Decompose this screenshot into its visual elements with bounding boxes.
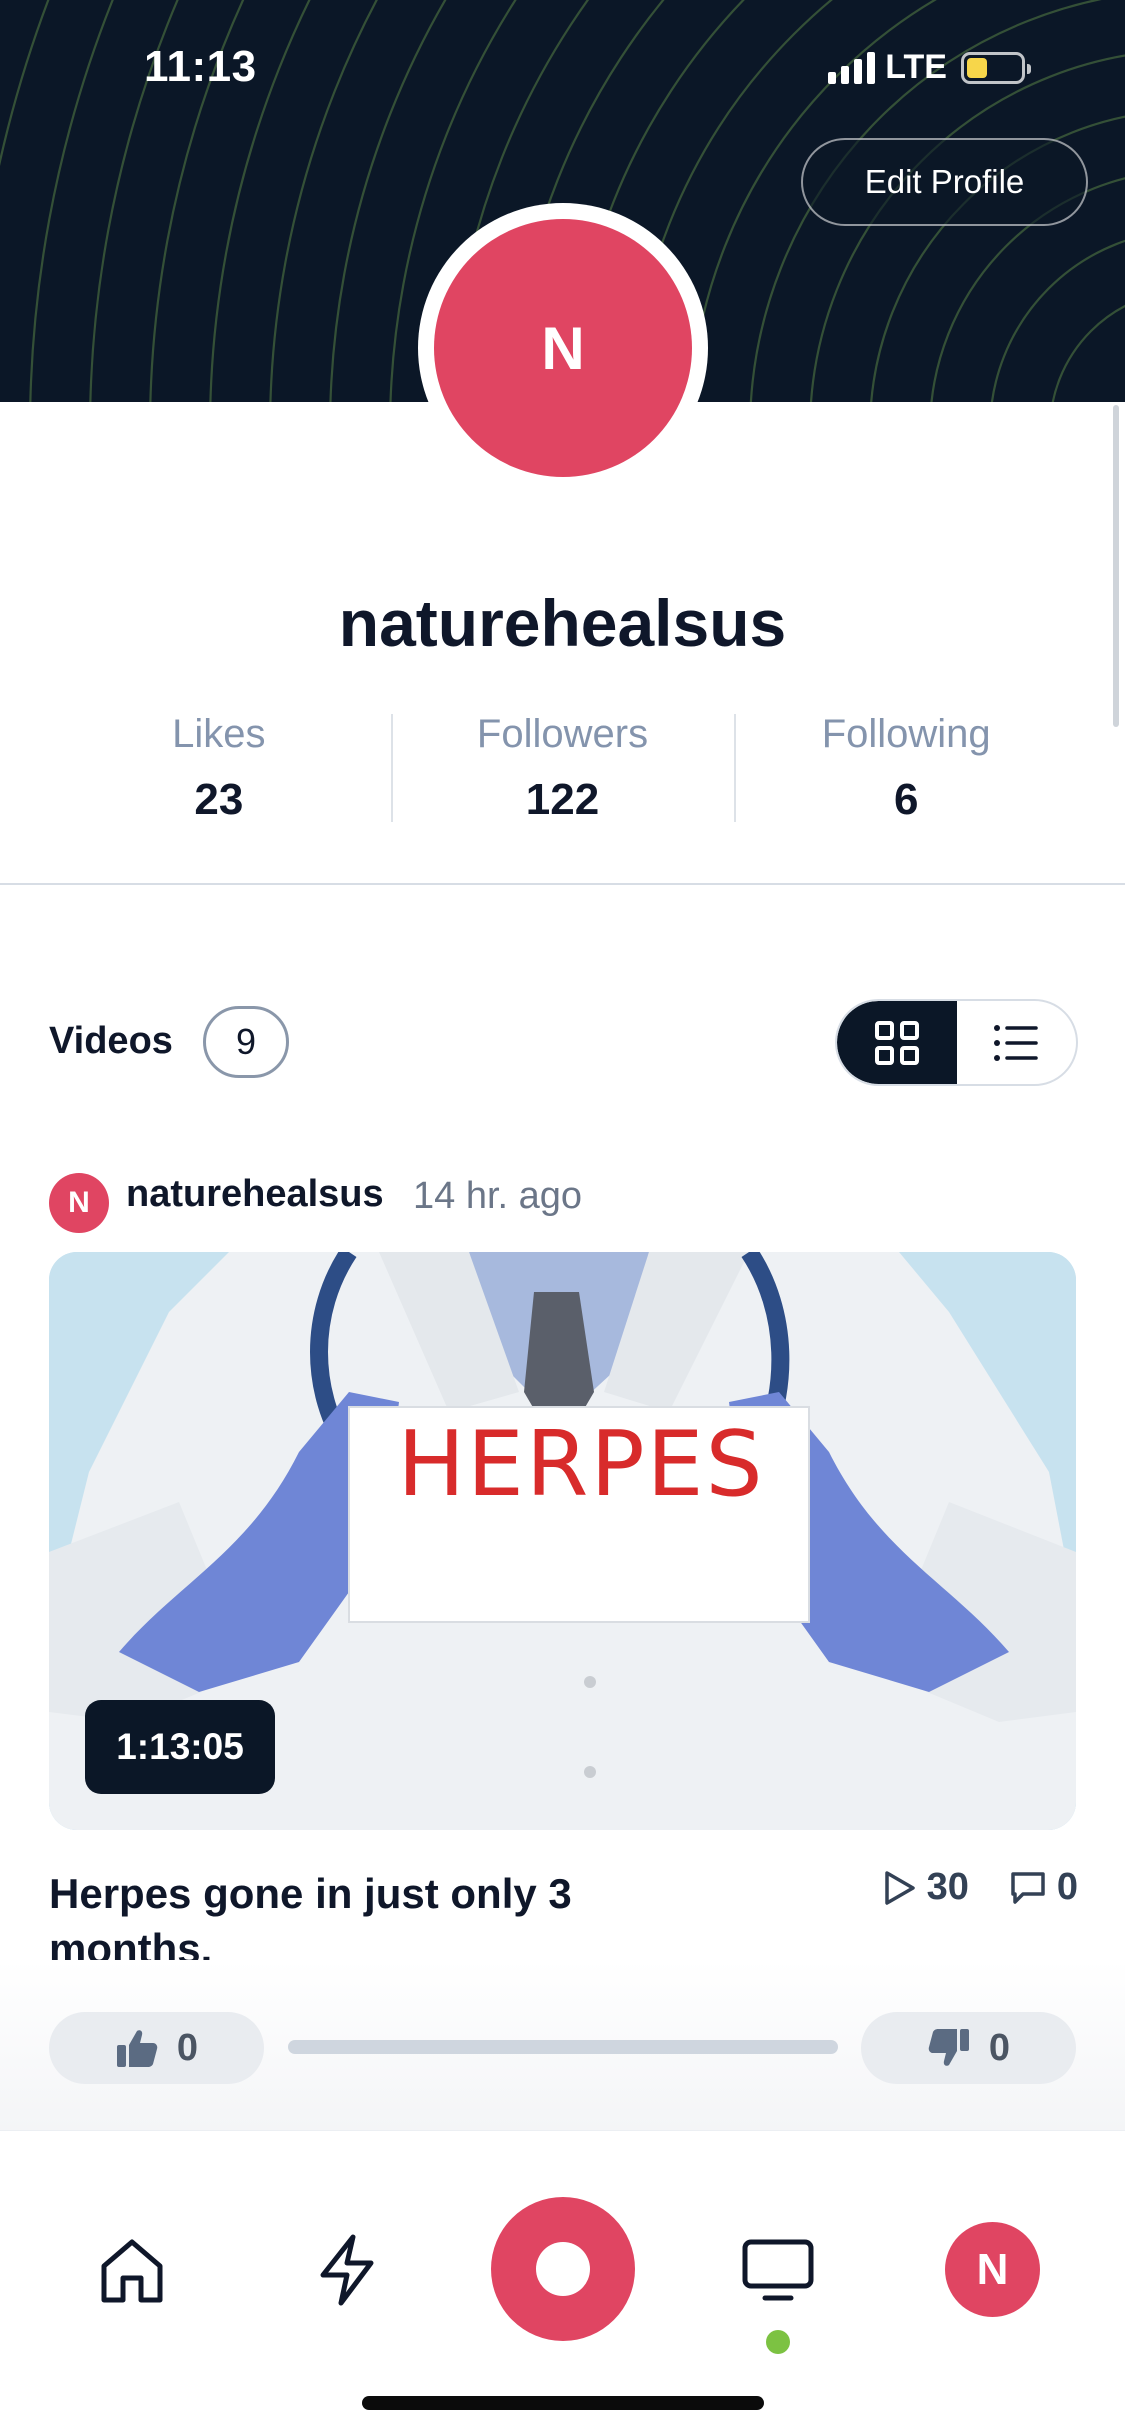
tv-icon [742, 2239, 814, 2301]
stat-followers[interactable]: Followers 122 [390, 712, 735, 824]
grid-icon [874, 1020, 919, 1065]
like-count: 0 [176, 2026, 199, 2069]
comments-value: 0 [1056, 1866, 1078, 1908]
comment-icon [1011, 1871, 1045, 1904]
edit-profile-button[interactable]: Edit Profile [801, 138, 1088, 226]
nav-home[interactable] [97, 2235, 167, 2307]
video-duration-badge: 1:13:05 [85, 1700, 275, 1794]
comments-count[interactable]: 0 [1009, 1866, 1078, 1909]
plays-count: 30 [883, 1866, 969, 1909]
thumbs-up-icon [116, 2030, 158, 2067]
videos-count-badge: 9 [203, 1006, 289, 1078]
record-button[interactable] [491, 2197, 635, 2341]
stat-likes[interactable]: Likes 23 [47, 712, 391, 824]
list-icon [994, 1024, 1038, 1061]
list-view-button[interactable] [957, 1001, 1077, 1084]
play-icon [884, 1870, 915, 1905]
battery-icon [961, 51, 1031, 84]
status-time: 11:13 [144, 42, 257, 91]
nav-live[interactable] [741, 2237, 815, 2303]
stat-label: Followers [476, 712, 649, 756]
grid-view-button[interactable] [837, 1001, 957, 1084]
view-mode-toggle [835, 999, 1078, 1086]
nav-profile-avatar[interactable]: N [945, 2222, 1040, 2317]
thumbnail-sign-text: HERPES [397, 1412, 765, 1517]
home-icon [101, 2239, 163, 2303]
profile-stats: Likes 23 Followers 122 Following 6 [47, 712, 1078, 824]
post-metrics: 30 0 [883, 1866, 1078, 1909]
home-indicator[interactable] [362, 2396, 764, 2410]
live-status-dot [766, 2330, 790, 2354]
profile-username: naturehealsus [338, 586, 787, 660]
thumbs-down-icon [928, 2029, 969, 2066]
vote-ratio-bar [288, 2040, 838, 2054]
stat-value: 6 [893, 775, 919, 824]
plays-value: 30 [926, 1866, 969, 1908]
stat-label: Likes [172, 712, 266, 756]
post-author-name[interactable]: naturehealsus [126, 1173, 384, 1216]
dislike-button[interactable]: 0 [861, 2012, 1076, 2084]
lightning-icon [320, 2234, 374, 2306]
network-label: LTE [885, 48, 947, 86]
profile-avatar[interactable]: N [434, 219, 692, 477]
stat-following[interactable]: Following 6 [734, 712, 1078, 824]
post-author-avatar[interactable]: N [49, 1173, 109, 1233]
nav-shorts[interactable] [310, 2232, 384, 2308]
post-timestamp: 14 hr. ago [413, 1175, 583, 1217]
stat-value: 23 [194, 775, 244, 824]
record-icon [536, 2242, 590, 2296]
videos-section-title: Videos [49, 1020, 173, 1062]
signal-icon [828, 51, 876, 84]
stat-label: Following [821, 712, 991, 756]
profile-avatar-ring: N [418, 203, 708, 493]
scrollbar[interactable] [1113, 405, 1119, 727]
stat-value: 122 [525, 775, 600, 824]
section-divider [0, 883, 1125, 885]
like-button[interactable]: 0 [49, 2012, 264, 2084]
status-indicators: LTE [828, 48, 1031, 87]
dislike-count: 0 [988, 2026, 1011, 2069]
